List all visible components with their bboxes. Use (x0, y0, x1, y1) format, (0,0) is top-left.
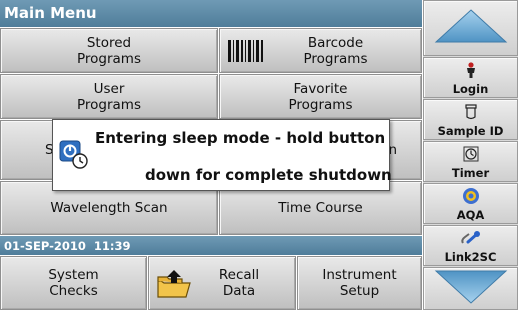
status-datetime: 01-SEP-2010 11:39 (4, 239, 131, 253)
link-icon (460, 226, 482, 250)
system-checks-label: System Checks (48, 267, 99, 299)
wavelength-scan-label: Wavelength Scan (50, 200, 168, 216)
aqa-button[interactable]: AQA (423, 183, 518, 224)
sample-id-label: Sample ID (437, 124, 504, 138)
timer-button[interactable]: Timer (423, 141, 518, 182)
instrument-setup-label: Instrument Setup (322, 267, 397, 299)
aqa-icon (462, 184, 480, 208)
recall-data-button[interactable]: Recall Data (148, 256, 296, 310)
login-button[interactable]: Login (423, 57, 518, 98)
timer-label: Timer (451, 166, 490, 180)
link2sc-button[interactable]: Link2SC (423, 225, 518, 266)
stored-programs-button[interactable]: Stored Programs (0, 28, 218, 73)
status-datetime-bar: 01-SEP-2010 11:39 (0, 236, 422, 255)
down-arrow-icon (434, 269, 508, 308)
scroll-down-button[interactable] (423, 267, 518, 310)
sample-id-button[interactable]: Sample ID (423, 99, 518, 140)
barcode-programs-button[interactable]: Barcode Programs (219, 28, 422, 73)
favorite-programs-label: Favorite Programs (288, 80, 353, 113)
folder-upload-icon (156, 269, 192, 303)
favorite-programs-button[interactable]: Favorite Programs (219, 74, 422, 119)
up-arrow-icon (434, 8, 508, 47)
time-course-label: Time Course (278, 200, 363, 216)
stored-programs-label: Stored Programs (77, 34, 141, 67)
login-label: Login (452, 82, 489, 96)
barcode-icon (228, 40, 264, 66)
timer-icon (463, 142, 479, 166)
recall-data-label: Recall Data (218, 267, 260, 299)
sample-vial-icon (464, 100, 477, 124)
page-title: Main Menu (0, 0, 422, 27)
system-checks-button[interactable]: System Checks (0, 256, 147, 310)
power-icon (59, 140, 89, 170)
user-programs-label: User Programs (77, 80, 141, 113)
scroll-up-button[interactable] (423, 0, 518, 56)
aqa-label: AQA (456, 208, 485, 222)
barcode-programs-label: Barcode Programs (303, 34, 368, 67)
link2sc-label: Link2SC (444, 250, 497, 264)
sidebar: Login Sample ID Timer AQA Link2SC (423, 0, 518, 310)
page-title-text: Main Menu (4, 4, 97, 22)
sleep-mode-dialog: Entering sleep mode - hold button down f… (52, 119, 392, 191)
dialog-message-line2: down for complete shutdown (145, 166, 392, 184)
dialog-message-line1: Entering sleep mode - hold button (95, 129, 386, 147)
user-programs-button[interactable]: User Programs (0, 74, 218, 119)
person-icon (465, 58, 477, 82)
instrument-setup-button[interactable]: Instrument Setup (297, 256, 422, 310)
